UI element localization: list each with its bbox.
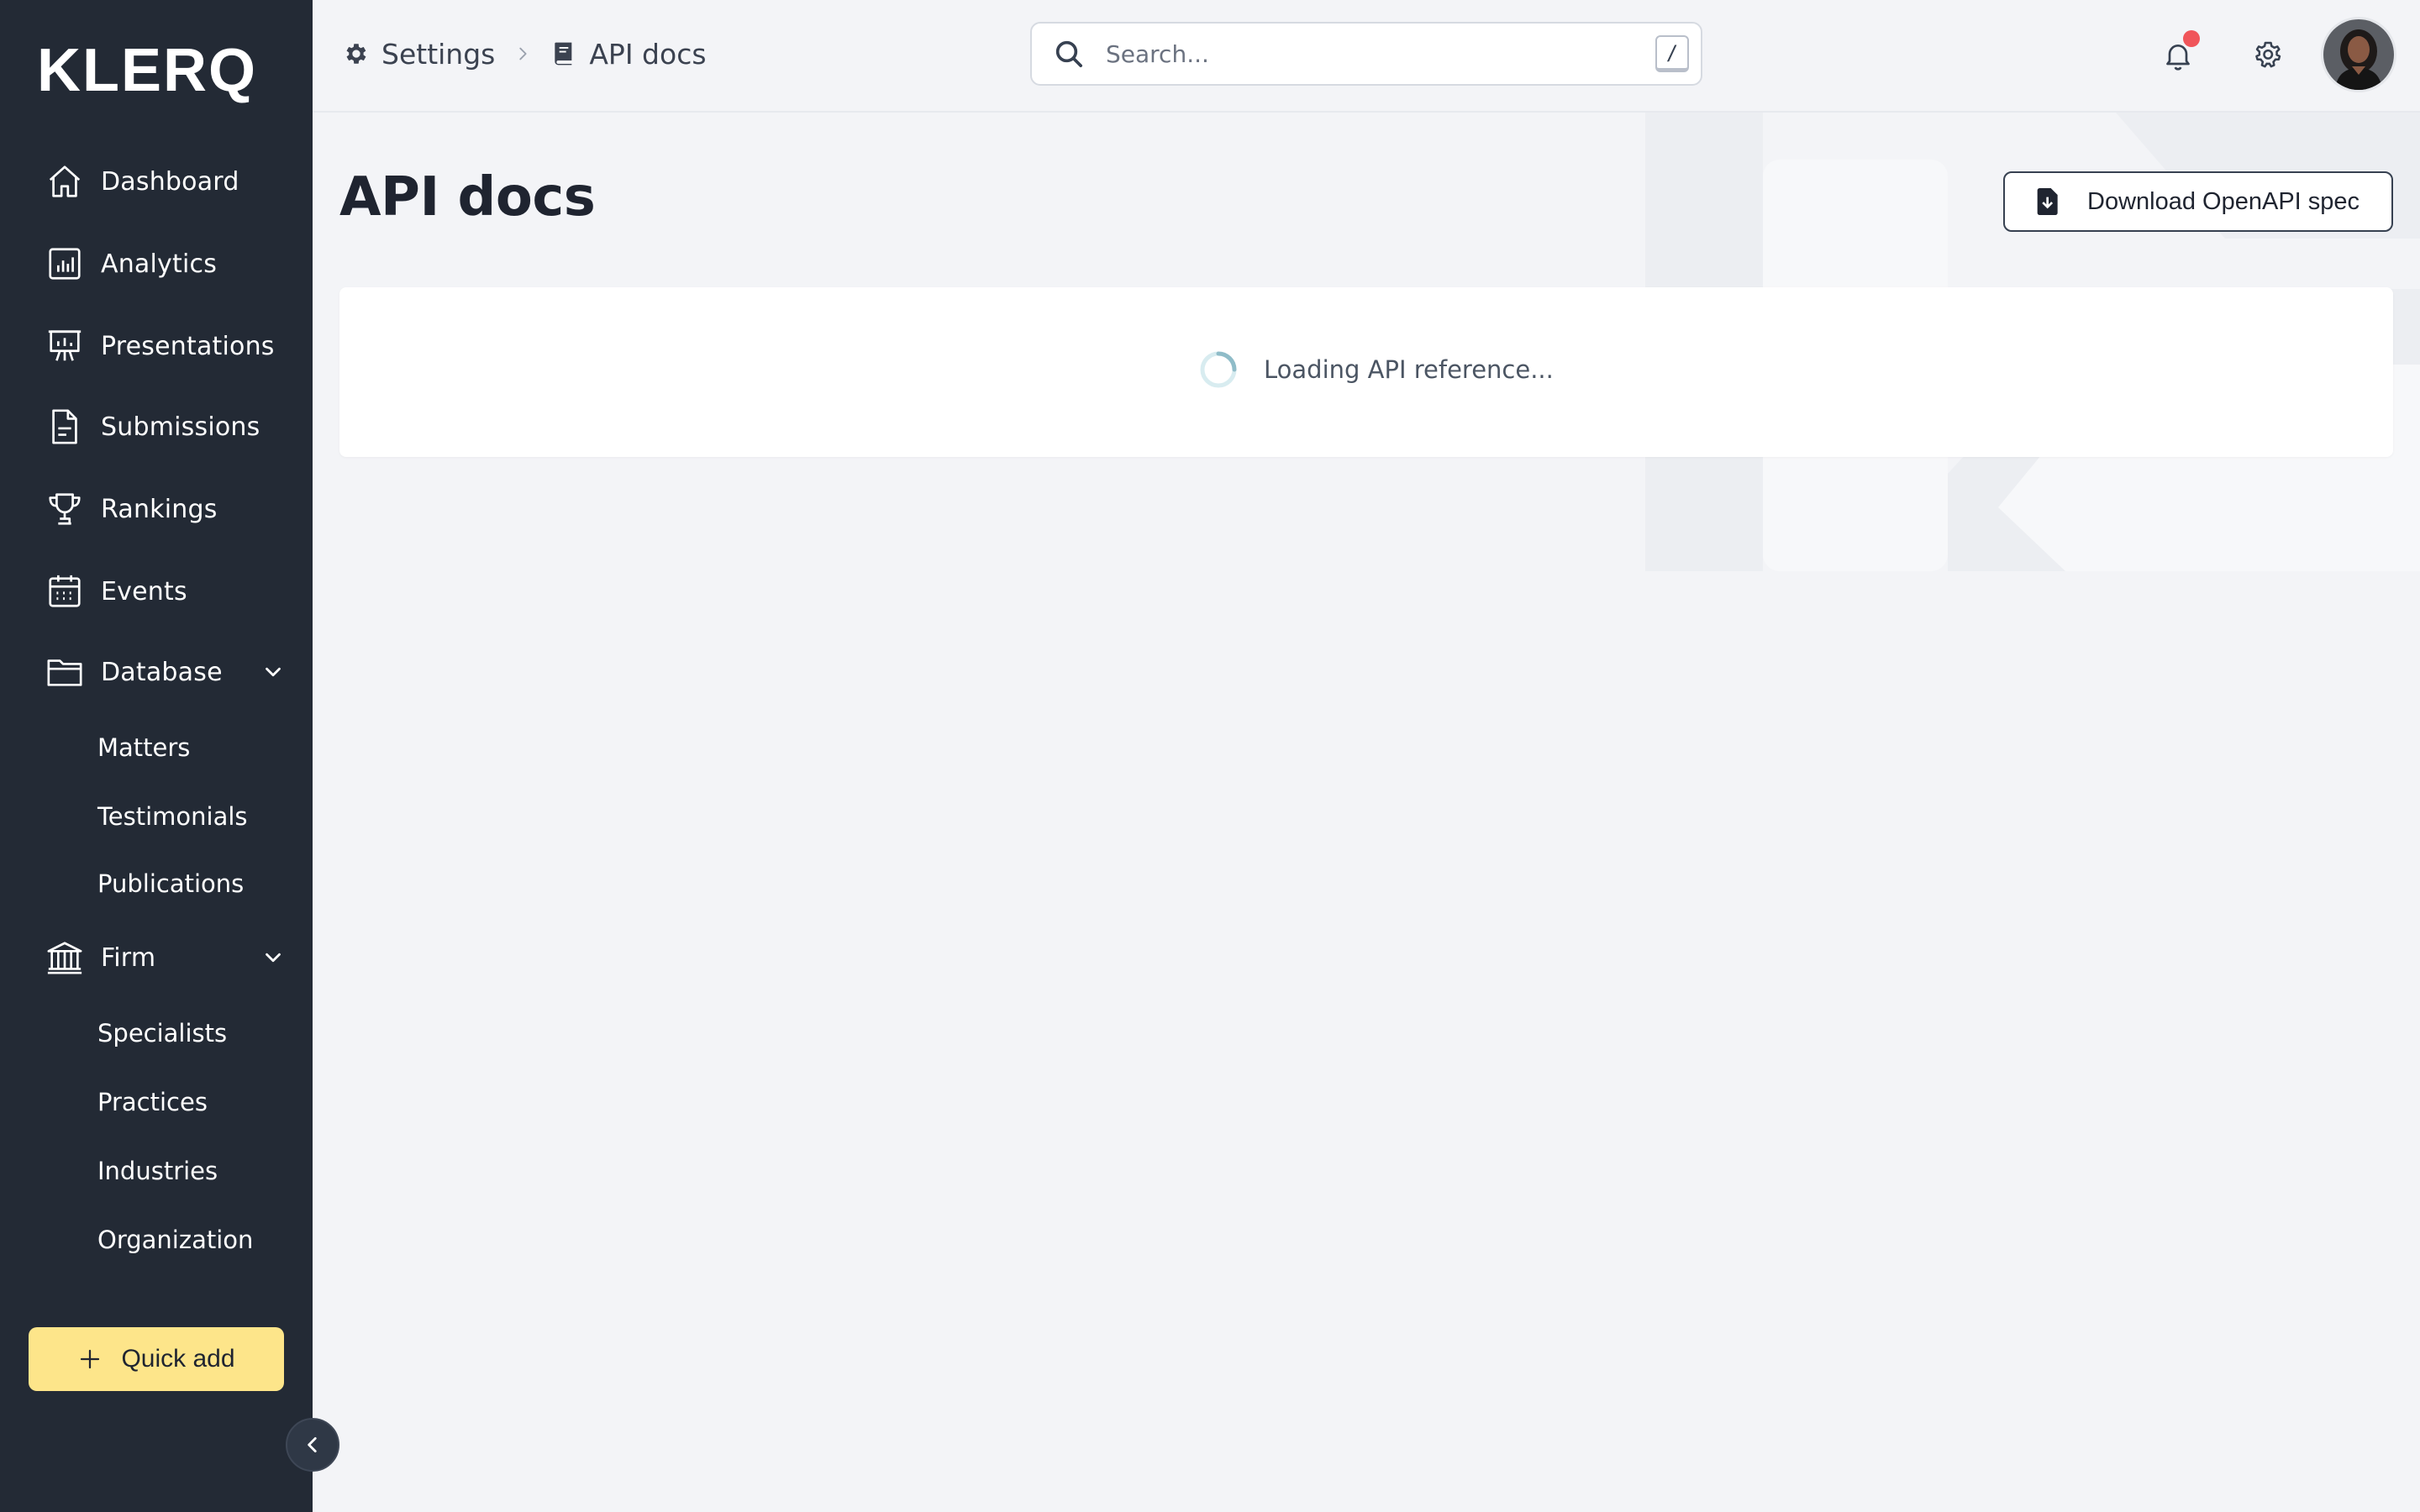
download-button-label: Download OpenAPI spec	[2087, 187, 2360, 215]
page-title: API docs	[339, 166, 596, 228]
search-box: /	[1030, 22, 1702, 86]
sidebar-item-label: Rankings	[101, 494, 218, 524]
sidebar-item-label: Dashboard	[101, 166, 239, 197]
search-input[interactable]	[1104, 39, 1608, 69]
book-icon	[555, 42, 572, 66]
breadcrumb-item-api-docs[interactable]: API docs	[550, 37, 707, 71]
file-download-icon	[2037, 188, 2058, 215]
bank-icon	[30, 924, 101, 991]
sidebar-item-dashboard[interactable]: Dashboard	[30, 148, 291, 215]
top-bar: Settings API docs /	[313, 0, 2420, 113]
sidebar: KLERQ Dashboard Analytics Presentations …	[0, 0, 313, 1512]
sidebar-item-label: Analytics	[101, 249, 218, 279]
api-reference-panel: Loading API reference...	[339, 287, 2393, 457]
breadcrumb-label: Settings	[381, 37, 496, 71]
chevron-left-icon	[308, 1437, 317, 1452]
chevron-down-icon[interactable]	[260, 659, 286, 685]
loading-text: Loading API reference...	[1264, 355, 1554, 384]
notifications-button[interactable]	[2153, 30, 2203, 81]
sidebar-collapse-button[interactable]	[286, 1418, 339, 1472]
chevron-right-icon	[519, 47, 527, 60]
spinner-icon	[1200, 351, 1237, 388]
presentation-icon	[30, 312, 101, 380]
sidebar-subitem-specialists[interactable]: Specialists	[97, 1008, 227, 1058]
sidebar-subitem-matters[interactable]: Matters	[97, 722, 190, 773]
settings-button[interactable]	[2244, 30, 2294, 81]
breadcrumb-item-settings[interactable]: Settings	[343, 38, 495, 71]
analytics-icon	[30, 230, 101, 297]
search-shortcut-key: /	[1655, 35, 1689, 72]
sidebar-subitem-industries[interactable]: Industries	[97, 1146, 218, 1196]
sidebar-item-label: Submissions	[101, 412, 260, 442]
sidebar-subitem-testimonials[interactable]: Testimonials	[97, 791, 248, 842]
sidebar-item-label: Presentations	[101, 331, 275, 361]
user-photo	[2323, 19, 2394, 90]
trophy-icon	[30, 475, 101, 543]
gear-icon	[346, 44, 366, 64]
download-openapi-spec-button[interactable]: Download OpenAPI spec	[2003, 171, 2393, 232]
folder-icon	[30, 638, 101, 706]
sidebar-item-firm[interactable]: Firm	[30, 924, 291, 991]
sidebar-item-analytics[interactable]: Analytics	[30, 230, 291, 297]
chevron-down-icon[interactable]	[260, 945, 286, 970]
sidebar-item-presentations[interactable]: Presentations	[30, 312, 291, 380]
sidebar-item-events[interactable]: Events	[30, 558, 291, 625]
quick-add-label: Quick add	[121, 1345, 235, 1373]
logo[interactable]: KLERQ	[37, 37, 257, 104]
document-icon	[30, 393, 101, 460]
sidebar-item-rankings[interactable]: Rankings	[30, 475, 291, 543]
sidebar-item-database[interactable]: Database	[30, 638, 291, 706]
avatar[interactable]	[2321, 17, 2396, 92]
quick-add-button[interactable]: Quick add	[29, 1327, 284, 1391]
home-icon	[30, 148, 101, 215]
notification-badge	[2183, 30, 2200, 47]
sidebar-item-label: Firm	[101, 942, 156, 973]
breadcrumb: Settings API docs	[343, 29, 707, 79]
sidebar-subitem-practices[interactable]: Practices	[97, 1077, 208, 1127]
search-icon	[1055, 40, 1082, 67]
sidebar-item-label: Events	[101, 576, 187, 606]
gear-icon	[2255, 41, 2281, 68]
breadcrumb-label: API docs	[589, 37, 707, 71]
sidebar-item-submissions[interactable]: Submissions	[30, 393, 291, 460]
sidebar-subitem-publications[interactable]: Publications	[97, 858, 244, 909]
sidebar-subitem-organization[interactable]: Organization	[97, 1215, 253, 1265]
plus-icon	[81, 1349, 100, 1369]
sidebar-item-label: Database	[101, 657, 223, 687]
calendar-icon	[30, 558, 101, 625]
loading-indicator: Loading API reference...	[1198, 349, 1554, 390]
